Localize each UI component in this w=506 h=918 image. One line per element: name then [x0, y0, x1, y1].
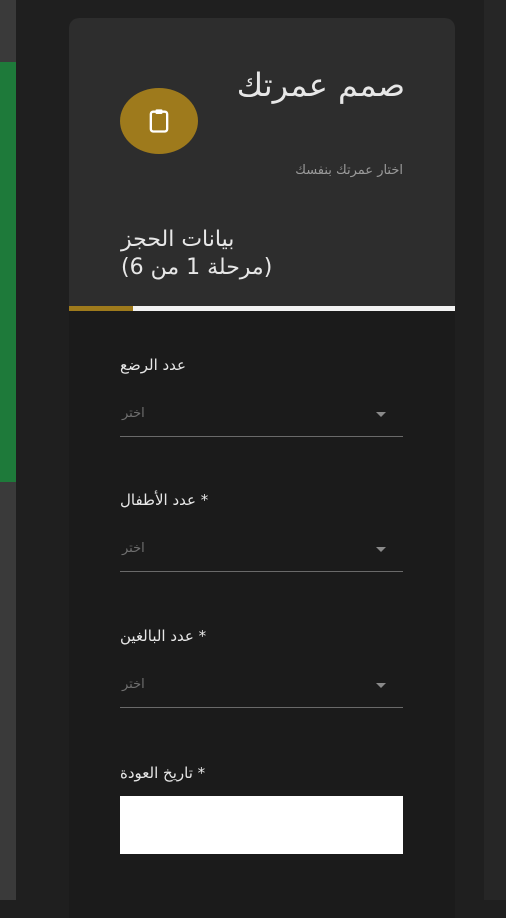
adults-select[interactable]: اختر: [120, 663, 403, 708]
step-heading: بيانات الحجز: [121, 227, 235, 252]
children-label: * عدد الأطفال: [120, 491, 209, 509]
progress-fill: [69, 306, 134, 311]
chevron-down-icon: [376, 412, 386, 417]
page-subtitle: اختار عمرتك بنفسك: [295, 163, 403, 178]
children-select[interactable]: اختر: [120, 527, 403, 572]
booking-card: صمم عمرتك اختار عمرتك بنفسك بيانات الحجز…: [69, 18, 455, 918]
clipboard-icon: [149, 109, 169, 133]
chevron-down-icon: [376, 683, 386, 688]
infants-select[interactable]: اختر: [120, 392, 403, 437]
progress-bar: [69, 306, 455, 311]
step-progress-text: (مرحلة 1 من 6): [121, 255, 273, 280]
background-green-strip: [0, 62, 16, 482]
page-title: صمم عمرتك: [236, 66, 405, 104]
card-header: صمم عمرتك اختار عمرتك بنفسك بيانات الحجز…: [69, 18, 455, 311]
children-select-value: اختر: [122, 541, 145, 556]
infants-label: عدد الرضع: [120, 356, 187, 374]
infants-select-value: اختر: [122, 406, 145, 421]
chevron-down-icon: [376, 547, 386, 552]
background-right-panel: [484, 0, 506, 900]
adults-label: * عدد البالغين: [120, 627, 207, 645]
step-title: بيانات الحجز (مرحلة 1 من 6): [121, 226, 272, 282]
adults-select-value: اختر: [122, 677, 145, 692]
return-date-input[interactable]: [120, 796, 403, 854]
header-badge: [120, 88, 198, 154]
return-date-label: * تاريخ العودة: [120, 764, 206, 782]
